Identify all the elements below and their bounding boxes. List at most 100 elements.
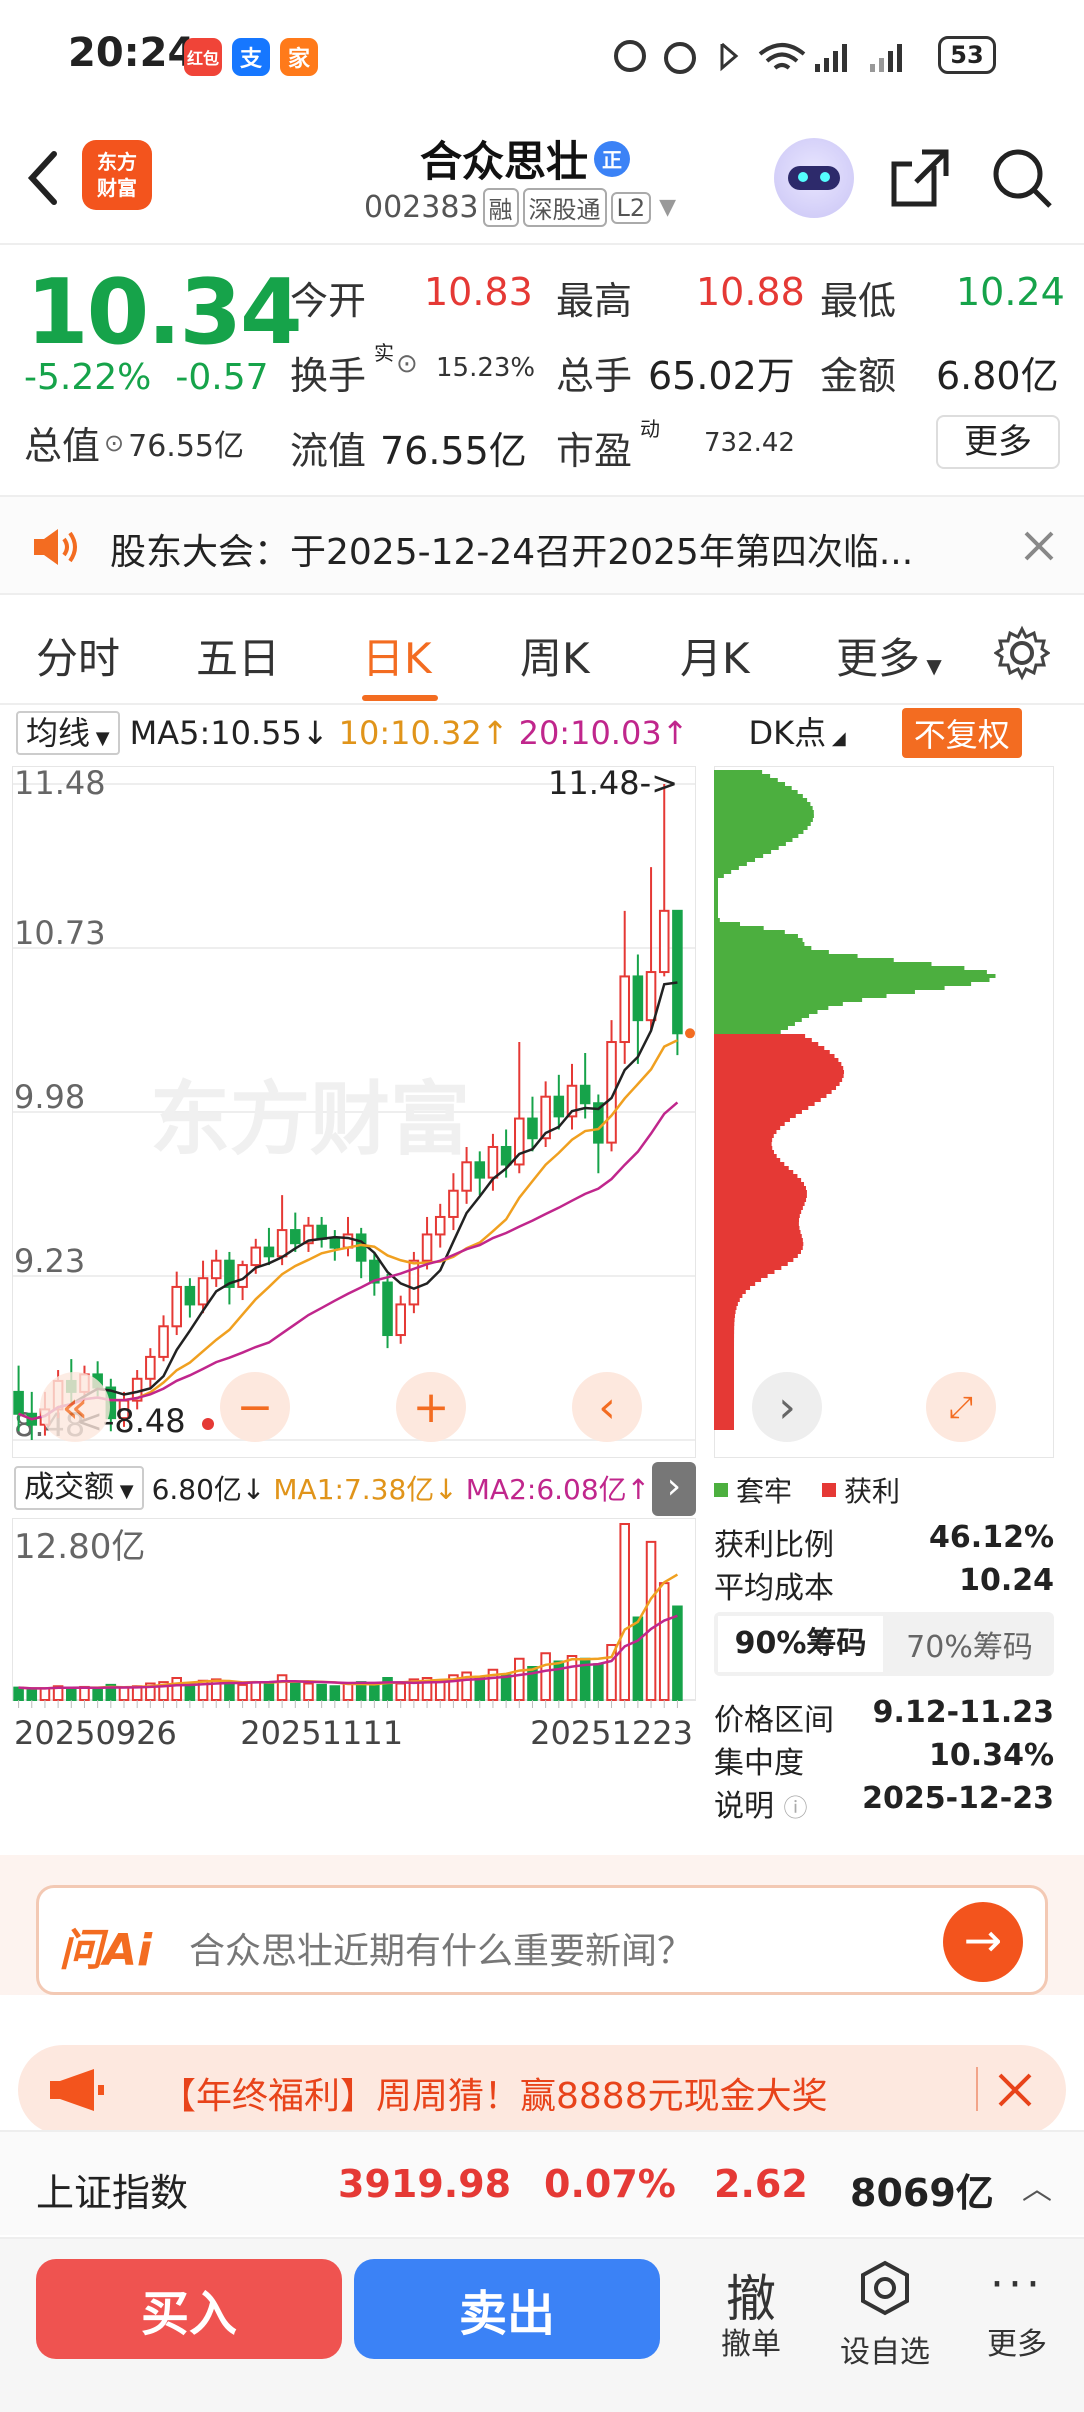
chip-bar-trap xyxy=(714,994,887,998)
total-mcap-value: 76.55亿 xyxy=(128,428,245,464)
chip-70-tab[interactable]: 70%筹码 xyxy=(887,1622,1052,1666)
index-name: 上证指数 xyxy=(36,2171,189,2215)
back-icon[interactable] xyxy=(22,148,62,208)
cancel-icon: 撤 xyxy=(726,2270,776,2328)
chevron-down-icon[interactable]: ▼ xyxy=(659,195,676,220)
volume-bar xyxy=(593,1663,604,1701)
alipay-icon: 支 xyxy=(232,38,270,76)
chip-bar-trap xyxy=(714,810,814,814)
chip-bar-trap xyxy=(714,854,764,858)
chip-bar-profit xyxy=(714,1246,803,1250)
chip-bar-profit xyxy=(714,1054,835,1058)
ai-question-box[interactable]: 问Ai 合众思壮近期有什么重要新闻？ → xyxy=(36,1885,1048,1995)
candlestick-chart[interactable]: 11.4810.739.989.238.4811.48-><-8.48 xyxy=(12,766,696,1458)
chip-bar-profit xyxy=(714,1202,805,1206)
chip-bar-trap xyxy=(714,966,965,970)
chip-bar-profit xyxy=(714,1410,734,1414)
chip-distribution-chart[interactable] xyxy=(714,766,1054,1458)
chip-bar-trap xyxy=(714,794,803,798)
candle-up xyxy=(342,1233,354,1249)
search-icon[interactable] xyxy=(990,146,1054,210)
zoom-out-button[interactable]: − xyxy=(220,1372,290,1442)
settings-gear-icon[interactable] xyxy=(994,625,1050,681)
volume-bar xyxy=(500,1674,512,1701)
chip-bar-profit xyxy=(714,1094,827,1098)
profit-ratio-row: 获利比例 46.12% xyxy=(714,1520,1054,1564)
chip-bar-trap xyxy=(714,814,814,818)
notice-bar[interactable]: 股东大会：于2025-12-24召开2025年第四次临... xyxy=(0,495,1084,595)
chip-bar-trap xyxy=(714,954,858,958)
volume-indicator-select[interactable]: 成交额 ▼ xyxy=(14,1466,144,1510)
chip-legend: 套牢 获利 xyxy=(714,1470,900,1510)
tag-margin: 融 xyxy=(482,188,519,227)
tab-five-day[interactable]: 五日 xyxy=(196,625,280,686)
chevron-up-icon[interactable]: ︿ xyxy=(1022,2164,1052,2208)
promo-banner[interactable]: 【年终福利】周周猜！赢8888元现金大奖 xyxy=(18,2045,1066,2135)
chip-bar-trap xyxy=(714,990,915,994)
more-actions-button[interactable]: ··· 更多 xyxy=(962,2259,1072,2363)
chip-bar-profit xyxy=(714,1326,735,1330)
rewind-button[interactable]: « xyxy=(40,1372,110,1442)
volume-bar xyxy=(632,1616,644,1701)
tab-intraday[interactable]: 分时 xyxy=(36,625,120,686)
tab-more[interactable]: 更多 ▼ xyxy=(836,625,942,686)
cancel-order-button[interactable]: 撤 撤单 xyxy=(696,2259,806,2363)
buy-button[interactable]: 买入 xyxy=(36,2259,342,2359)
share-icon[interactable] xyxy=(888,146,952,210)
candle-down xyxy=(13,1390,24,1415)
eye-icon[interactable]: ⊙ xyxy=(104,429,124,457)
chip-bar-profit xyxy=(714,1058,839,1062)
info-icon[interactable]: ⓘ xyxy=(784,1794,808,1822)
chip-bar-trap xyxy=(714,962,932,966)
chip-bar-profit xyxy=(714,1130,777,1134)
zoom-in-button[interactable]: + xyxy=(396,1372,466,1442)
volume-bar xyxy=(263,1682,275,1701)
tab-daily-k[interactable]: 日K xyxy=(362,625,432,686)
chip-bar-profit xyxy=(714,1214,800,1218)
tab-monthly-k[interactable]: 月K xyxy=(680,625,750,686)
concentration-row: 集中度 10.34% xyxy=(714,1738,1054,1782)
chip-bar-profit xyxy=(714,1414,734,1418)
candle-up xyxy=(276,1229,288,1258)
add-watchlist-button[interactable]: 设自选 xyxy=(830,2259,940,2371)
sell-button[interactable]: 卖出 xyxy=(354,2259,660,2359)
scroll-left-button[interactable]: ‹ xyxy=(572,1372,642,1442)
tab-weekly-k[interactable]: 周K xyxy=(520,625,590,686)
volume-bar xyxy=(316,1683,327,1701)
dk-point-select[interactable]: DK点 ◢ xyxy=(738,711,856,755)
index-ticker[interactable]: 上证指数 3919.98 0.07% 2.62 8069亿 ︿ xyxy=(0,2130,1084,2235)
eye-icon[interactable]: ⊙ xyxy=(396,349,418,379)
chip-bar-profit xyxy=(714,1114,796,1118)
chip-bar-profit xyxy=(714,1346,735,1350)
chip-bar-profit xyxy=(714,1422,734,1426)
chip-bar-profit xyxy=(714,1034,806,1038)
chip-bar-trap xyxy=(714,842,786,846)
chip-90-tab[interactable]: 90%筹码 xyxy=(718,1616,883,1672)
expand-icon[interactable]: ⤢ xyxy=(926,1372,996,1442)
chip-bar-trap xyxy=(714,958,894,962)
chip-bar-profit xyxy=(714,1238,803,1242)
indicator-select[interactable]: 均线 ▼ xyxy=(16,711,120,755)
no-adjust-button[interactable]: 不复权 xyxy=(901,708,1022,758)
close-icon[interactable] xyxy=(1022,529,1056,563)
chip-bar-profit xyxy=(714,1110,802,1114)
more-quote-button[interactable]: 更多 xyxy=(936,415,1060,469)
chip-bar-profit xyxy=(714,1322,735,1326)
pe-sup: 动 xyxy=(640,417,660,441)
chip-bar-trap xyxy=(714,826,808,830)
clock: 20:24 xyxy=(68,30,196,76)
expand-panel-button[interactable]: › xyxy=(652,1462,696,1516)
volume-bar xyxy=(514,1657,525,1701)
turnover-sup: 实 xyxy=(374,341,394,365)
legend-trap-label: 套牢 xyxy=(736,1475,793,1508)
ai-robot-avatar[interactable] xyxy=(774,138,854,218)
volume-bar xyxy=(672,1605,683,1701)
chip-next-button[interactable]: › xyxy=(752,1372,822,1442)
chip-bar-trap xyxy=(714,846,779,850)
volume-chart[interactable]: 12.80亿 20250926 20251111 20251223 xyxy=(12,1518,696,1780)
ai-send-arrow-icon[interactable]: → xyxy=(943,1902,1023,1982)
close-icon[interactable] xyxy=(996,2071,1034,2109)
verified-badge-icon: 正 xyxy=(594,140,631,177)
chip-bar-profit xyxy=(714,1222,799,1226)
volume-legend-bar: 成交额 ▼ 6.80亿↓ MA1:7.38亿↓ MA2:6.08亿↑ xyxy=(0,1460,700,1516)
